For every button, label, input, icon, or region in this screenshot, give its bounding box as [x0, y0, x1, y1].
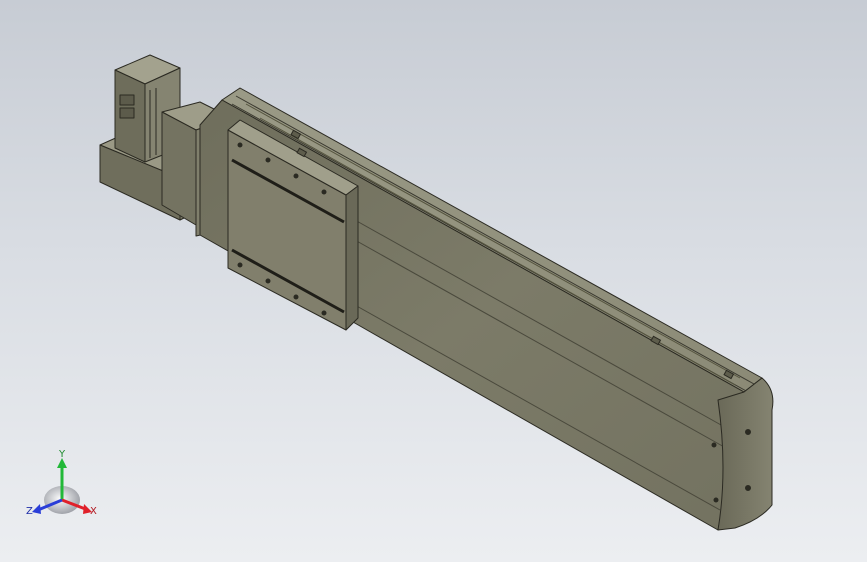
y-axis-label: Y — [58, 449, 66, 460]
z-axis-arrow-icon — [32, 504, 41, 514]
x-axis-label: X — [90, 506, 97, 517]
z-axis-label: Z — [26, 506, 33, 517]
coordinate-triad[interactable]: Y X Z — [22, 448, 106, 526]
linear-actuator-model[interactable] — [0, 0, 867, 562]
graphics-viewport[interactable]: Y X Z — [0, 0, 867, 562]
